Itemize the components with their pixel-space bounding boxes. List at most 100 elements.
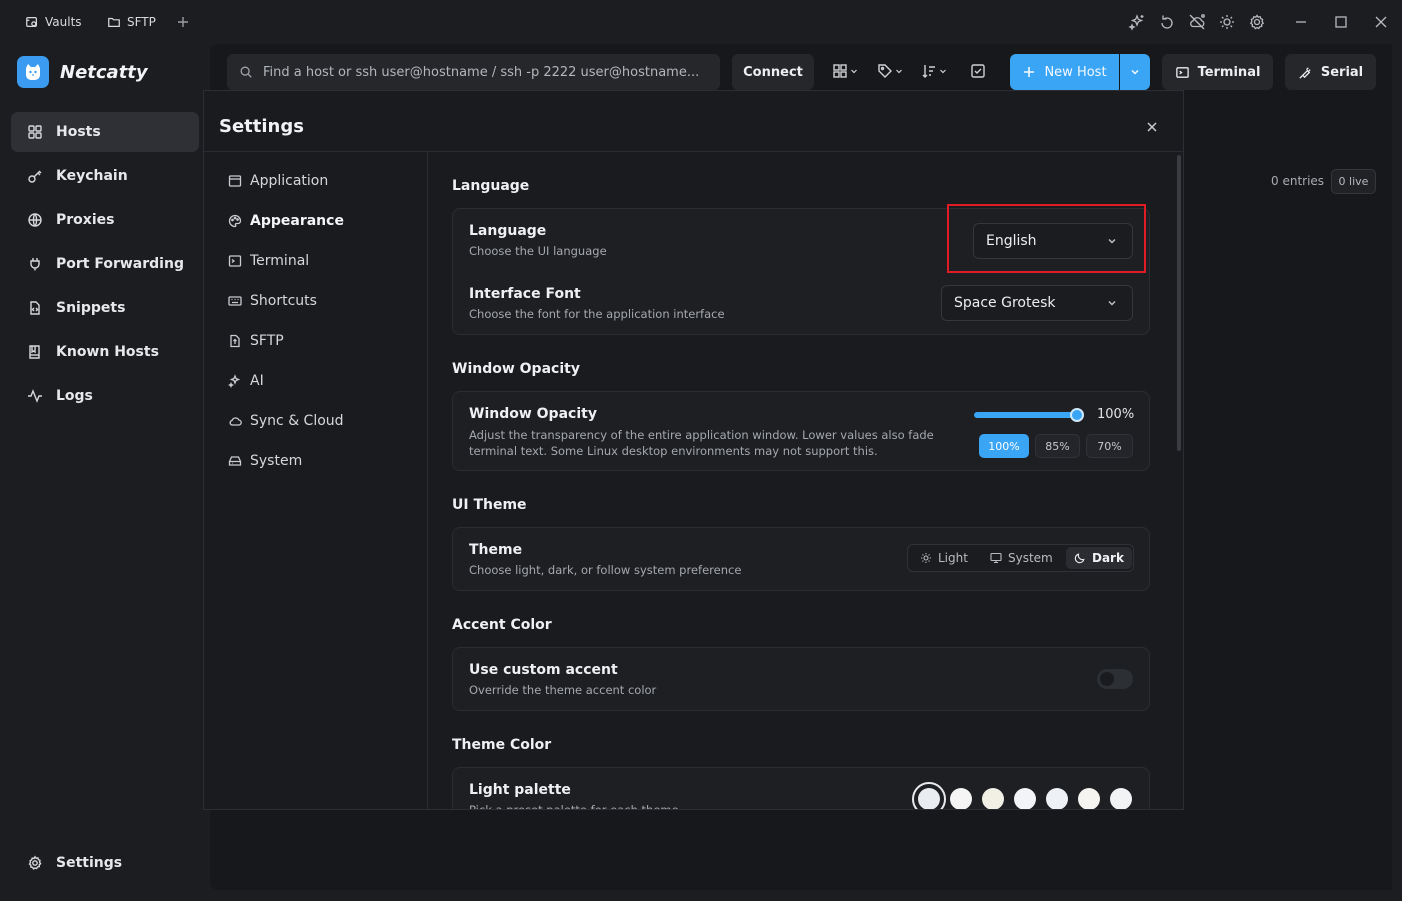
- palette-swatch[interactable]: [1110, 788, 1132, 809]
- sidebar-item-label: Known Hosts: [56, 344, 159, 360]
- sun-icon: [920, 552, 932, 564]
- row-desc: Override the theme accent color: [469, 683, 657, 697]
- option-label: Dark: [1092, 551, 1124, 565]
- row-title: Use custom accent: [469, 662, 618, 678]
- settings-nav-application[interactable]: Application: [228, 173, 328, 189]
- maximize-icon[interactable]: [1332, 13, 1350, 31]
- connect-button[interactable]: Connect: [732, 54, 814, 90]
- custom-accent-toggle[interactable]: [1097, 669, 1133, 689]
- tab-vaults[interactable]: Vaults: [25, 12, 82, 32]
- opacity-preset-85[interactable]: 85%: [1035, 434, 1080, 458]
- terminal-button[interactable]: Terminal: [1162, 54, 1273, 90]
- palette-swatch[interactable]: [950, 788, 972, 809]
- gear-icon: [27, 855, 43, 871]
- chevron-down-icon: [895, 67, 903, 75]
- settings-nav-ai[interactable]: AI: [228, 373, 264, 389]
- row-title: Window Opacity: [469, 406, 597, 422]
- sidebar-item-label: Port Forwarding: [56, 256, 184, 272]
- brand-name: Netcatty: [60, 61, 148, 83]
- cat-logo-icon: [17, 56, 49, 88]
- serial-button[interactable]: Serial: [1285, 54, 1376, 90]
- sparkles-icon: [228, 374, 242, 388]
- plug-icon: [27, 256, 43, 272]
- cloud-icon: [228, 414, 242, 428]
- palette-swatch[interactable]: [918, 788, 940, 809]
- interface-font-select[interactable]: Space Grotesk: [941, 285, 1133, 321]
- opacity-preset-100[interactable]: 100%: [979, 434, 1029, 458]
- highlight-box: [947, 204, 1146, 273]
- terminal-label: Terminal: [1197, 64, 1261, 80]
- chevron-down-icon: [1129, 66, 1141, 78]
- settings-nav-sync-cloud[interactable]: Sync & Cloud: [228, 413, 344, 429]
- sparkles-icon[interactable]: [1128, 13, 1146, 31]
- sidebar-item-logs[interactable]: Logs: [11, 376, 199, 416]
- sidebar-item-keychain[interactable]: Keychain: [11, 156, 199, 196]
- nav-label: Application: [250, 173, 329, 189]
- nav-label: System: [250, 453, 303, 469]
- file-transfer-icon: [228, 334, 242, 348]
- sidebar-item-label: Keychain: [56, 168, 128, 184]
- sidebar-item-known-hosts[interactable]: Known Hosts: [11, 332, 199, 372]
- theme-option-system[interactable]: System: [982, 547, 1061, 569]
- sidebar-item-snippets[interactable]: Snippets: [11, 288, 199, 328]
- settings-nav-shortcuts[interactable]: Shortcuts: [228, 293, 317, 309]
- key-icon: [27, 168, 43, 184]
- close-icon[interactable]: [1144, 119, 1160, 135]
- sort-button[interactable]: [921, 63, 947, 79]
- sun-icon[interactable]: [1218, 13, 1236, 31]
- nav-label: AI: [250, 373, 264, 389]
- sort-icon: [921, 63, 937, 79]
- theme-option-dark[interactable]: Dark: [1066, 547, 1132, 569]
- opacity-preset-70[interactable]: 70%: [1086, 434, 1133, 458]
- select-mode-button[interactable]: [970, 63, 986, 79]
- theme-option-light[interactable]: Light: [912, 547, 976, 569]
- tab-label: Vaults: [45, 15, 82, 29]
- opacity-slider-thumb[interactable]: [1070, 408, 1084, 422]
- theme-segmented-control: Light System Dark: [907, 544, 1134, 572]
- section-title: Language: [452, 178, 530, 194]
- sidebar-settings-button[interactable]: Settings: [27, 855, 122, 871]
- refresh-icon[interactable]: [1158, 13, 1176, 31]
- new-host-dropdown-button[interactable]: [1120, 54, 1150, 90]
- palette-swatch[interactable]: [982, 788, 1004, 809]
- sidebar-item-proxies[interactable]: Proxies: [11, 200, 199, 240]
- nav-label: Shortcuts: [250, 293, 317, 309]
- settings-nav-sftp[interactable]: SFTP: [228, 333, 284, 349]
- palette-swatch[interactable]: [1014, 788, 1036, 809]
- tag-filter-button[interactable]: [877, 63, 903, 79]
- close-icon[interactable]: [1372, 13, 1390, 31]
- settings-nav-terminal[interactable]: Terminal: [228, 253, 309, 269]
- palette-swatch[interactable]: [1078, 788, 1100, 809]
- opacity-slider[interactable]: [974, 412, 1077, 418]
- theme-color-card: Light palette Pick a preset palette for …: [452, 767, 1150, 809]
- new-host-button[interactable]: New Host: [1010, 54, 1119, 90]
- section-title: Window Opacity: [452, 361, 580, 377]
- connect-label: Connect: [743, 64, 803, 80]
- nav-label: Sync & Cloud: [250, 413, 344, 429]
- search-input[interactable]: [263, 64, 720, 80]
- title-bar: Vaults SFTP: [0, 0, 1402, 44]
- monitor-icon: [990, 552, 1002, 564]
- host-search[interactable]: [227, 54, 720, 90]
- sidebar-item-port-forwarding[interactable]: Port Forwarding: [11, 244, 199, 284]
- palette-swatch[interactable]: [1046, 788, 1068, 809]
- settings-nav-appearance[interactable]: Appearance: [228, 213, 344, 229]
- sidebar-item-hosts[interactable]: Hosts: [11, 112, 199, 152]
- plus-icon[interactable]: [174, 13, 192, 31]
- view-mode-button[interactable]: [832, 63, 858, 79]
- row-title: Light palette: [469, 782, 571, 798]
- gear-icon[interactable]: [1248, 13, 1266, 31]
- dialog-title: Settings: [219, 116, 304, 137]
- section-title: UI Theme: [452, 497, 527, 513]
- tab-sftp[interactable]: SFTP: [107, 12, 156, 32]
- sidebar-item-label: Logs: [56, 388, 93, 404]
- book-icon: [27, 344, 43, 360]
- row-title: Language: [469, 223, 547, 239]
- settings-nav-system[interactable]: System: [228, 453, 302, 469]
- nav-label: Terminal: [250, 253, 310, 269]
- sidebar: Netcatty Hosts Keychain Proxies Port For…: [0, 44, 210, 901]
- cloud-off-icon[interactable]: [1188, 13, 1206, 31]
- file-code-icon: [27, 300, 43, 316]
- minimize-icon[interactable]: [1292, 13, 1310, 31]
- option-label: Light: [938, 551, 968, 565]
